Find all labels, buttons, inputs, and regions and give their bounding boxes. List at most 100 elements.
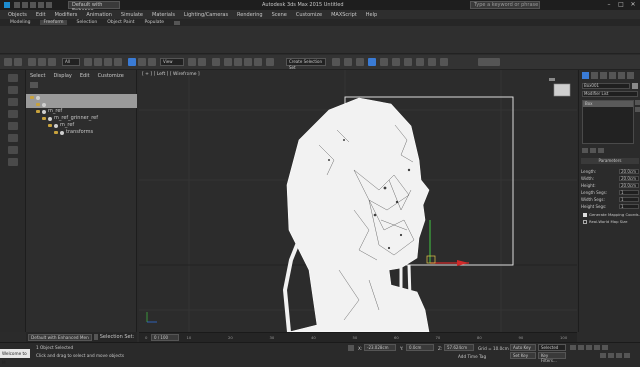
menu-help[interactable]: Help [366, 12, 377, 18]
menu-modifiers[interactable]: Modifiers [55, 12, 78, 18]
display-tab-icon[interactable] [618, 72, 625, 79]
selected-dropdown[interactable]: Selected [538, 344, 566, 351]
app-logo-icon[interactable] [4, 2, 10, 8]
time-slider[interactable]: 0 / 100 0 10 20 30 40 50 60 70 80 90 100 [139, 332, 577, 342]
hierarchy-tab-icon[interactable] [600, 72, 607, 79]
lock-selection-icon[interactable] [348, 345, 354, 351]
tab-modeling[interactable]: Modeling [10, 20, 30, 25]
lights-filter-icon[interactable] [8, 122, 18, 130]
menu-scene[interactable]: Scene [272, 12, 287, 18]
remove-modifier-icon[interactable] [590, 148, 596, 153]
set-key-button[interactable]: Set Key [510, 352, 536, 359]
menu-maxscript[interactable]: MAXScript [331, 12, 357, 18]
selection-filter-dropdown[interactable]: All [62, 58, 80, 66]
tab-freeform[interactable]: Freeform [40, 20, 67, 25]
checkbox-unchecked-icon[interactable] [583, 219, 587, 224]
window-crossing-icon[interactable] [114, 58, 122, 66]
viewport-left[interactable]: [ + ] [ Left ] [ Wireframe ] [139, 70, 577, 332]
menu-lighting-cameras[interactable]: Lighting/Cameras [184, 12, 228, 18]
curve-editor-icon[interactable] [380, 58, 388, 66]
select-and-manipulate-icon[interactable] [198, 58, 206, 66]
workspace-dropdown[interactable]: Default with Enhance [68, 1, 120, 14]
generate-mapping-checkbox[interactable]: Generate Mapping Coords. [583, 212, 640, 217]
shapes-filter-icon[interactable] [8, 110, 18, 118]
menu-customize[interactable]: Customize [296, 12, 322, 18]
select-and-rotate-icon[interactable] [138, 58, 146, 66]
tab-edit[interactable]: Edit [80, 73, 90, 79]
parameter-spinner[interactable]: 1 [619, 196, 639, 202]
parameter-spinner[interactable]: 1 [619, 189, 639, 195]
show-end-result-icon[interactable] [635, 107, 640, 112]
redo-icon[interactable] [14, 58, 22, 66]
object-name-field[interactable]: Box001 [582, 83, 630, 89]
maxscript-listener[interactable]: Welcome to M [0, 349, 30, 365]
search-input[interactable]: Type a keyword or phrase [470, 1, 540, 9]
visibility-icon[interactable] [36, 110, 40, 113]
configure-modifier-sets-icon[interactable] [598, 148, 604, 153]
save-icon[interactable] [30, 2, 36, 8]
key-filters-button[interactable]: Key Filters... [538, 352, 566, 363]
pivot-center-icon[interactable] [188, 58, 196, 66]
graphite-toolbar-icon[interactable] [368, 58, 376, 66]
schematic-view-icon[interactable] [392, 58, 400, 66]
menu-simulate[interactable]: Simulate [121, 12, 143, 18]
angle-snap-icon[interactable] [234, 58, 242, 66]
previous-frame-icon[interactable] [578, 345, 584, 350]
select-by-name-icon[interactable] [94, 58, 102, 66]
utilities-tab-icon[interactable] [627, 72, 634, 79]
parameter-spinner[interactable]: 20.0cm [619, 168, 639, 174]
undo-icon[interactable] [4, 58, 12, 66]
cameras-filter-icon[interactable] [8, 134, 18, 142]
orbit-icon[interactable] [616, 353, 622, 358]
menu-objects[interactable]: Objects [8, 12, 27, 18]
layer-toggle-icon[interactable] [93, 334, 98, 340]
explorer-settings-icon[interactable] [30, 82, 38, 88]
parameter-spinner[interactable]: 20.0cm [619, 182, 639, 188]
spinner-snap-icon[interactable] [254, 58, 262, 66]
tree-row[interactable] [26, 94, 137, 101]
select-and-move-icon[interactable] [128, 58, 136, 66]
menu-edit[interactable]: Edit [36, 12, 46, 18]
stack-item-box[interactable]: Box [583, 101, 633, 107]
menu-materials[interactable]: Materials [152, 12, 175, 18]
tab-object-paint[interactable]: Object Paint [107, 20, 134, 25]
tree-row[interactable]: m_ref [26, 122, 137, 129]
tab-selection[interactable]: Selection [77, 20, 98, 25]
parameter-spinner[interactable]: 20.0cm [619, 175, 639, 181]
maximize-viewport-icon[interactable] [624, 353, 630, 358]
menu-animation[interactable]: Animation [86, 12, 112, 18]
geometry-filter-icon[interactable] [8, 98, 18, 106]
tab-customize[interactable]: Customize [98, 73, 124, 79]
snaps-toggle-icon[interactable] [224, 58, 232, 66]
material-editor-icon[interactable] [404, 58, 412, 66]
bind-space-warp-icon[interactable] [48, 58, 56, 66]
parameter-spinner[interactable]: 1 [619, 203, 639, 209]
zoom-icon[interactable] [600, 353, 606, 358]
modify-tab-icon[interactable] [591, 72, 598, 79]
select-object-icon[interactable] [84, 58, 92, 66]
render-production-icon[interactable] [440, 58, 448, 66]
render-setup-icon[interactable] [416, 58, 424, 66]
next-frame-icon[interactable] [594, 345, 600, 350]
visibility-icon[interactable] [36, 103, 40, 106]
pin-stack-icon[interactable] [635, 100, 640, 105]
edit-named-selection-icon[interactable] [266, 58, 274, 66]
undo-icon[interactable] [38, 2, 44, 8]
tab-select[interactable]: Select [30, 73, 45, 79]
menu-rendering[interactable]: Rendering [237, 12, 263, 18]
maximize-button[interactable]: □ [616, 1, 626, 9]
y-coord-field[interactable]: 0.0cm [406, 344, 434, 351]
minimize-button[interactable]: – [604, 1, 614, 9]
helpers-filter-icon[interactable] [8, 146, 18, 154]
render-iterative-icon[interactable] [478, 58, 500, 66]
link-icon[interactable] [28, 58, 36, 66]
z-coord-field[interactable]: 57.624cm [444, 344, 474, 351]
create-tab-icon[interactable] [582, 72, 589, 79]
layer-dropdown[interactable]: Default with Enhanced Men [28, 333, 92, 341]
unlink-icon[interactable] [38, 58, 46, 66]
time-slider-handle[interactable]: 0 / 100 [151, 334, 179, 341]
align-icon[interactable] [344, 58, 352, 66]
reference-coordinate-dropdown[interactable]: View [160, 58, 184, 66]
tab-display[interactable]: Display [53, 73, 71, 79]
go-to-start-icon[interactable] [570, 345, 576, 350]
